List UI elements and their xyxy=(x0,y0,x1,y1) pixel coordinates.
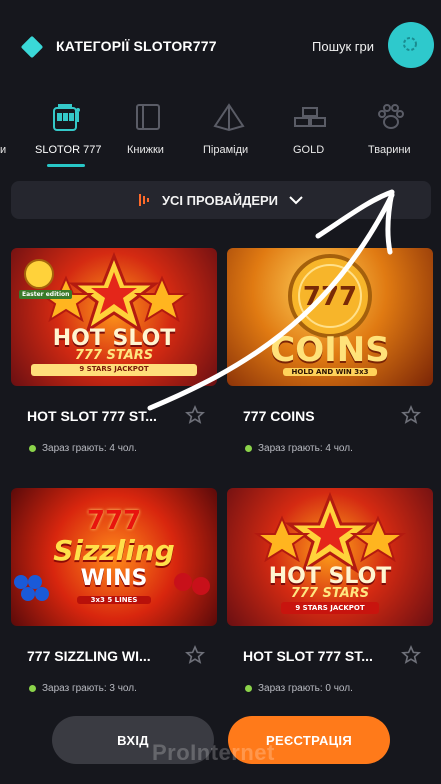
thumb-line-2: COINS xyxy=(270,330,390,370)
thumb-line-3: WINS xyxy=(80,566,148,591)
favorite-star-icon[interactable] xyxy=(185,405,205,425)
book-icon xyxy=(136,104,160,130)
game-title[interactable]: 777 SIZZLING WI... xyxy=(27,648,151,664)
search-label[interactable]: Пошук гри xyxy=(312,39,374,54)
players-online: Зараз грають: 4 чол. xyxy=(29,443,137,454)
diamond-icon xyxy=(20,35,44,59)
providers-dropdown[interactable]: УСІ ПРОВАЙДЕРИ xyxy=(11,181,431,219)
favorite-star-icon[interactable] xyxy=(401,645,421,665)
game-card[interactable]: HOT SLOT 777 STARS 9 STARS JACKPOT Easte… xyxy=(11,248,217,454)
online-dot xyxy=(29,445,36,452)
chevron-down-icon xyxy=(289,196,303,205)
game-card[interactable]: HOT SLOT 777 STARS 9 STARS JACKPOT HOT S… xyxy=(227,488,433,694)
thumb-line-3: 9 STARS JACKPOT xyxy=(79,365,149,373)
watermark-text: ProInternet xyxy=(152,740,275,765)
easter-badge: Easter edition xyxy=(19,290,73,299)
tab-label: SLOTOR 777 xyxy=(35,144,102,156)
tab-partial[interactable]: и xyxy=(0,96,10,170)
game-thumbnail[interactable]: HOT SLOT 777 STARS 9 STARS JACKPOT xyxy=(227,488,433,626)
thumb-line-3: 9 STARS JACKPOT xyxy=(295,604,365,612)
tab-label: Книжки xyxy=(127,144,164,156)
paw-icon xyxy=(378,104,404,129)
online-dot xyxy=(245,685,252,692)
players-online: Зараз грають: 4 чол. xyxy=(245,443,353,454)
provider-icon xyxy=(138,194,149,206)
tab-pyramids[interactable]: Піраміди xyxy=(196,96,260,170)
tab-animals[interactable]: Тварини xyxy=(360,96,422,170)
tab-label: GOLD xyxy=(293,144,325,156)
game-thumbnail[interactable]: 777 COINS HOLD AND WIN 3x3 xyxy=(227,248,433,386)
search-button[interactable] xyxy=(388,22,434,68)
favorite-star-icon[interactable] xyxy=(401,405,421,425)
online-dot xyxy=(245,445,252,452)
thumb-line-2: Sizzling xyxy=(53,534,175,567)
thumb-line-2: 777 STARS xyxy=(290,586,370,601)
category-tabs: и SLOTOR 777 Книжки Піраміди GOLD Тварин… xyxy=(0,96,441,172)
game-card[interactable]: 777 Sizzling WINS 3x3 5 LINES 777 SIZZLI… xyxy=(11,488,217,694)
header-bar: КАТЕГОРІЇ SLOTOR777 Пошук гри xyxy=(0,0,441,92)
game-thumbnail[interactable]: HOT SLOT 777 STARS 9 STARS JACKPOT Easte… xyxy=(11,248,217,386)
players-text: Зараз грають: 4 чол. xyxy=(258,443,353,454)
gold-bars-icon xyxy=(294,107,326,127)
pyramid-icon xyxy=(213,103,245,132)
active-tab-indicator xyxy=(47,164,85,167)
providers-label: УСІ ПРОВАЙДЕРИ xyxy=(161,192,279,208)
tab-label: Тварини xyxy=(368,144,411,156)
players-text: Зараз грають: 4 чол. xyxy=(42,443,137,454)
players-text: Зараз грають: 0 чол. xyxy=(258,683,353,694)
game-title[interactable]: 777 COINS xyxy=(243,408,315,424)
search-icon xyxy=(403,37,417,51)
game-card[interactable]: 777 COINS HOLD AND WIN 3x3 777 COINS Зар… xyxy=(227,248,433,454)
thumb-line-1: 777 xyxy=(86,506,142,536)
players-text: Зараз грають: 3 чол. xyxy=(42,683,137,694)
thumb-line-3: HOLD AND WIN 3x3 xyxy=(283,368,377,376)
players-online: Зараз грають: 3 чол. xyxy=(29,683,137,694)
thumb-line-1: 777 xyxy=(302,282,358,312)
players-online: Зараз грають: 0 чол. xyxy=(245,683,353,694)
slot-machine-icon xyxy=(53,104,80,131)
game-title[interactable]: HOT SLOT 777 ST... xyxy=(243,648,373,664)
favorite-star-icon[interactable] xyxy=(185,645,205,665)
page-title: КАТЕГОРІЇ SLOTOR777 xyxy=(56,38,217,54)
thumb-line-2: 777 STARS xyxy=(74,348,154,363)
thumb-line-4: 3x3 5 LINES xyxy=(77,596,151,604)
tab-books[interactable]: Книжки xyxy=(120,96,176,170)
tab-label: и xyxy=(0,144,7,156)
tab-slotor-777[interactable]: SLOTOR 777 xyxy=(30,96,102,170)
game-title[interactable]: HOT SLOT 777 ST... xyxy=(27,408,157,424)
online-dot xyxy=(29,685,36,692)
game-thumbnail[interactable]: 777 Sizzling WINS 3x3 5 LINES xyxy=(11,488,217,626)
tab-gold[interactable]: GOLD xyxy=(285,96,335,170)
tab-label: Піраміди xyxy=(203,144,249,156)
